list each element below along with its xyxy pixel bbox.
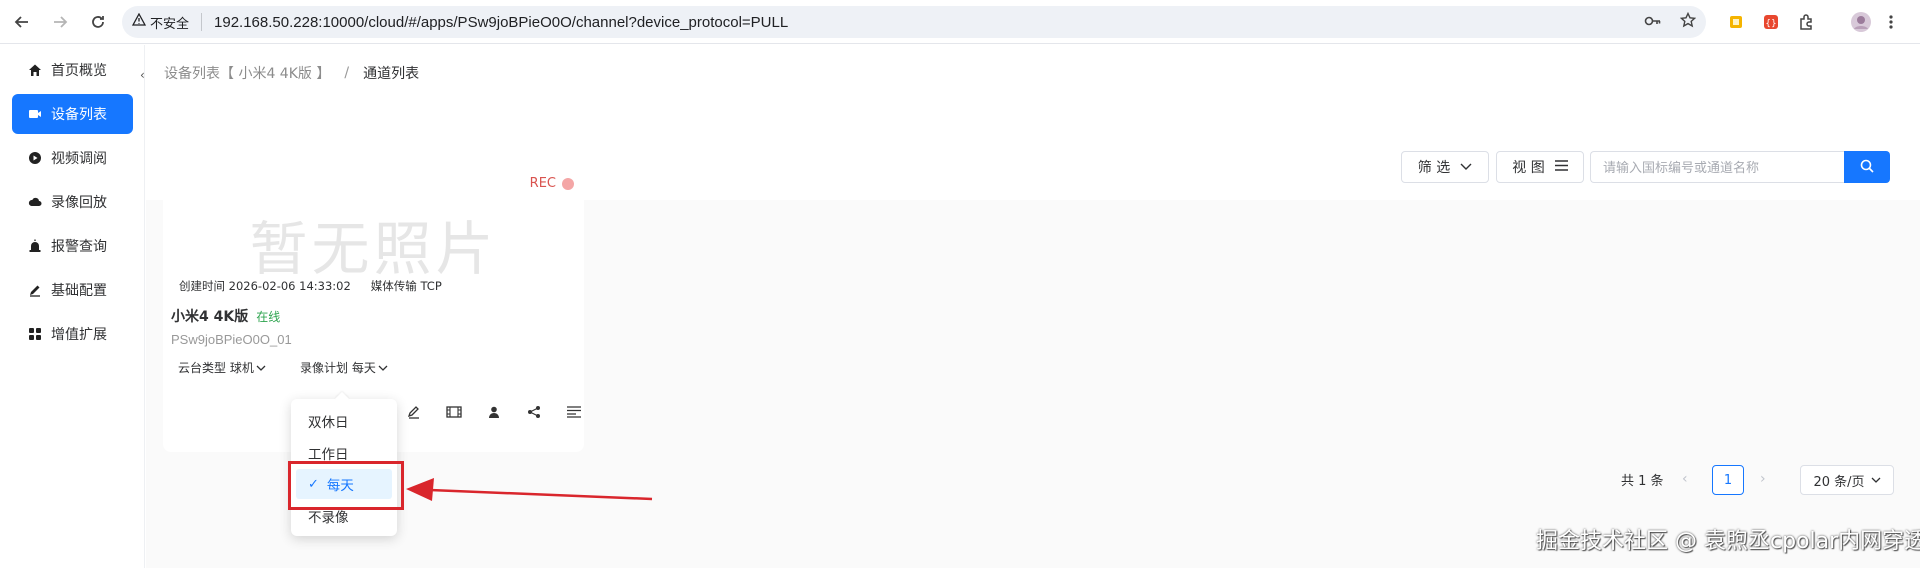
sidebar-item-label: 设备列表: [51, 107, 107, 123]
sidebar-item-alarms[interactable]: 报警查询: [12, 226, 133, 266]
page-number[interactable]: 1: [1712, 465, 1744, 495]
record-plan-dropdown[interactable]: 录像计划 每天: [300, 359, 388, 376]
channel-id: PSw9joBPieO0O_01: [171, 332, 292, 347]
annotation-highlight-box: [288, 461, 404, 510]
next-page-icon[interactable]: ›: [1760, 471, 1766, 487]
cloud-icon: [27, 194, 43, 210]
option-weekends[interactable]: 双休日: [291, 406, 397, 436]
film-icon[interactable]: [445, 403, 463, 421]
grid-icon: [27, 326, 43, 342]
filter-button[interactable]: 筛 选: [1401, 151, 1489, 183]
filter-label: 筛 选: [1417, 160, 1451, 176]
prev-page-icon[interactable]: ‹: [1682, 471, 1688, 487]
extension-notes-icon[interactable]: [1725, 11, 1747, 33]
reload-icon[interactable]: [82, 6, 114, 38]
forward-icon[interactable]: [44, 6, 76, 38]
chevron-down-icon: [378, 361, 388, 375]
list-icon[interactable]: [565, 403, 583, 421]
record-plan-label: 录像计划 每天: [300, 361, 376, 375]
breadcrumb-device-list[interactable]: 设备列表【 小米4 4K版 】: [164, 63, 330, 83]
sidebar-item-label: 录像回放: [51, 195, 107, 211]
device-name-row: 小米4 4K版 在线: [171, 306, 280, 326]
share-icon[interactable]: [525, 403, 543, 421]
sidebar: 首页概览 设备列表 视频调阅 录像回放 报警查询 基础配置 增值扩展: [0, 45, 145, 568]
edit-icon: [27, 282, 43, 298]
media-transport: 媒体传输 TCP: [370, 279, 442, 293]
chevron-down-icon: [1460, 159, 1472, 175]
address-bar[interactable]: 不安全 192.168.50.228:10000/cloud/#/apps/PS…: [122, 6, 1706, 38]
chevron-down-icon: [256, 361, 266, 375]
page-size-select[interactable]: 20 条/页: [1800, 465, 1894, 495]
sidebar-item-config[interactable]: 基础配置: [12, 270, 133, 310]
extension-icon[interactable]: [1796, 11, 1818, 33]
collapse-sidebar-icon[interactable]: ‹: [140, 68, 145, 82]
svg-text:{}: {}: [1765, 19, 1776, 29]
breadcrumb-bar: ‹ 设备列表【 小米4 4K版 】 / 通道列表: [140, 45, 1920, 105]
view-button[interactable]: 视 图: [1496, 151, 1584, 183]
security-indicator[interactable]: 不安全: [131, 12, 203, 32]
card-meta: 创建时间 2026-02-06 14:33:02 媒体传输 TCP: [179, 278, 442, 294]
watermark: 掘金技术社区 @ 袁煦丞cpolar内网穿透实验室: [1536, 529, 1920, 554]
user-icon[interactable]: [485, 403, 503, 421]
search-button[interactable]: [1844, 151, 1890, 183]
menu-icon[interactable]: [1880, 11, 1902, 33]
total-count: 共 1 条: [1621, 474, 1664, 489]
ptz-type-dropdown[interactable]: 云台类型 球机: [178, 359, 266, 376]
no-photo-placeholder: 暂无照片: [249, 215, 498, 283]
edit-icon[interactable]: [405, 403, 423, 421]
sidebar-item-extensions[interactable]: 增值扩展: [12, 314, 133, 354]
alarm-icon: [27, 238, 43, 254]
chevron-down-icon: [1871, 473, 1881, 488]
search-input[interactable]: [1590, 151, 1844, 183]
breadcrumb-current: 通道列表: [363, 66, 420, 82]
sidebar-item-label: 基础配置: [51, 283, 107, 299]
sidebar-item-label: 增值扩展: [51, 327, 107, 343]
search-icon: [1860, 158, 1874, 177]
insecure-label: 不安全: [150, 16, 190, 32]
breadcrumb-separator: /: [344, 65, 350, 81]
view-label: 视 图: [1512, 160, 1545, 176]
sidebar-item-label: 报警查询: [51, 239, 107, 255]
sidebar-item-home[interactable]: 首页概览: [12, 50, 133, 90]
browser-toolbar: 不安全 192.168.50.228:10000/cloud/#/apps/PS…: [0, 0, 1920, 44]
play-icon: [27, 150, 43, 166]
divider: [201, 13, 203, 31]
created-time: 创建时间 2026-02-06 14:33:02: [179, 279, 351, 293]
status-badge: 在线: [256, 309, 281, 324]
sidebar-item-video[interactable]: 视频调阅: [12, 138, 133, 178]
profile-avatar[interactable]: [1850, 11, 1872, 33]
url-text[interactable]: 192.168.50.228:10000/cloud/#/apps/PSw9jo…: [214, 14, 788, 31]
breadcrumb: 设备列表【 小米4 4K版 】 / 通道列表: [164, 63, 419, 83]
rec-indicator: REC: [530, 176, 574, 191]
rec-label: REC: [529, 176, 556, 191]
list-icon: [1554, 159, 1568, 175]
page-size-label: 20 条/页: [1813, 474, 1865, 490]
sidebar-item-devices[interactable]: 设备列表: [12, 94, 133, 134]
ptz-type-label: 云台类型 球机: [178, 361, 254, 375]
sidebar-item-label: 视频调阅: [51, 151, 107, 167]
annotation-arrow-icon: [406, 478, 653, 501]
back-icon[interactable]: [6, 6, 38, 38]
sidebar-item-playback[interactable]: 录像回放: [12, 182, 133, 222]
home-icon: [27, 62, 43, 78]
sidebar-item-label: 首页概览: [51, 63, 107, 79]
star-icon[interactable]: [1679, 11, 1697, 32]
camera-icon: [27, 106, 43, 122]
rec-dot-icon: [562, 177, 574, 190]
extension-red-icon[interactable]: {}: [1760, 11, 1782, 33]
warning-icon: [131, 12, 147, 31]
key-icon[interactable]: [1644, 13, 1662, 32]
device-name: 小米4 4K版: [171, 309, 249, 325]
